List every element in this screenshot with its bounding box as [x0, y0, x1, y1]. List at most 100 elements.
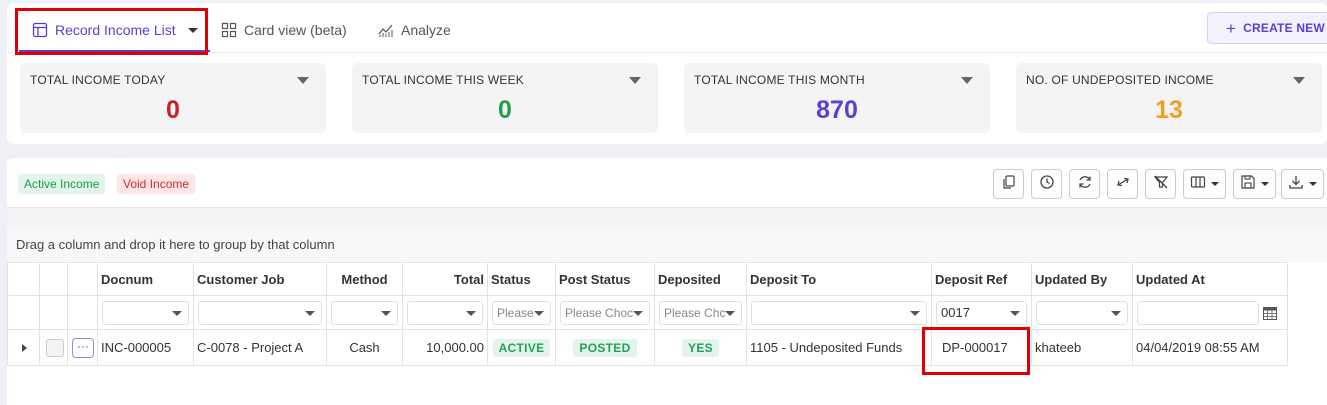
void-income-filter[interactable]: Void Income — [117, 174, 196, 194]
deposit-ref-filter[interactable]: 0017 — [936, 300, 1027, 325]
method-filter[interactable] — [331, 300, 398, 325]
stat-card-month: TOTAL INCOME THIS MONTH 870 — [684, 63, 990, 133]
header-cell — [39, 262, 68, 296]
customer-job-filter[interactable] — [198, 300, 322, 325]
calendar-icon[interactable] — [1263, 306, 1277, 323]
filter-cell: 0017 — [931, 295, 1032, 330]
filter-cell — [402, 295, 488, 330]
filter-row: Please Please Choc Please Chc 0017 — [7, 295, 1288, 330]
table-icon — [32, 22, 48, 38]
income-grid-panel: Active Income Void Income Drag a column … — [7, 158, 1327, 405]
plus-icon: + — [1226, 18, 1237, 38]
grid-icon — [221, 22, 237, 38]
row-menu-cell: ··· — [67, 329, 98, 366]
chevron-down-icon — [466, 310, 476, 316]
column-header-docnum[interactable]: Docnum — [97, 262, 194, 296]
row-expander[interactable] — [7, 329, 40, 366]
cell-customer-job[interactable]: C-0078 - Project A — [193, 329, 327, 366]
column-header-deposited[interactable]: Deposited — [654, 262, 747, 296]
deposited-badge: YES — [682, 338, 719, 357]
refresh-icon — [1077, 174, 1093, 195]
column-header-deposit-ref[interactable]: Deposit Ref — [931, 262, 1032, 296]
column-header-updated-at[interactable]: Updated At — [1132, 262, 1288, 296]
deposit-to-filter[interactable] — [751, 300, 927, 325]
chevron-down-icon[interactable] — [187, 27, 198, 33]
export-button[interactable] — [1281, 169, 1324, 199]
chevron-down-icon[interactable] — [297, 77, 309, 84]
column-header-customer-job[interactable]: Customer Job — [193, 262, 327, 296]
swap-icon — [1115, 174, 1131, 195]
swap-button[interactable] — [1107, 169, 1138, 199]
save-layout-button[interactable] — [1233, 169, 1276, 199]
column-header-post-status[interactable]: Post Status — [555, 262, 655, 296]
columns-button[interactable] — [1183, 169, 1226, 199]
cell-post-status[interactable]: POSTED — [555, 329, 655, 366]
post-status-filter[interactable]: Please Choc — [560, 300, 650, 325]
copy-button[interactable] — [993, 169, 1024, 199]
chevron-down-icon[interactable] — [961, 77, 973, 84]
total-filter[interactable] — [407, 300, 483, 325]
docnum-filter[interactable] — [102, 300, 189, 325]
cell-docnum[interactable]: INC-000005 — [97, 329, 194, 366]
chart-icon — [378, 22, 394, 38]
column-header-method[interactable]: Method — [326, 262, 403, 296]
column-header-deposit-to[interactable]: Deposit To — [746, 262, 932, 296]
tab-analyze[interactable]: Analyze — [378, 13, 451, 47]
copy-icon — [1001, 174, 1017, 195]
tab-card-view[interactable]: Card view (beta) — [221, 13, 347, 47]
updated-by-filter[interactable] — [1036, 300, 1128, 325]
group-panel[interactable]: Drag a column and drop it here to group … — [7, 228, 1327, 262]
filter-cell: Please Choc — [555, 295, 655, 330]
table-row[interactable]: ··· INC-000005 C-0078 - Project A Cash 1… — [7, 329, 1288, 366]
filter-cell — [746, 295, 932, 330]
deposit-ref-filter-value: 0017 — [941, 304, 970, 320]
status-filter[interactable]: Please — [492, 300, 551, 325]
clear-filter-button[interactable] — [1145, 169, 1176, 199]
row-menu-button[interactable]: ··· — [72, 337, 94, 358]
stat-label: TOTAL INCOME THIS MONTH — [694, 73, 865, 87]
tab-record-income-list[interactable]: Record Income List — [19, 13, 210, 52]
cell-deposit-to[interactable]: 1105 - Undeposited Funds — [746, 329, 932, 366]
stat-card-week: TOTAL INCOME THIS WEEK 0 — [352, 63, 658, 133]
create-new-button[interactable]: + CREATE NEW — [1207, 12, 1327, 44]
chevron-down-icon[interactable] — [629, 77, 641, 84]
header-row: Docnum Customer Job Method Total Status … — [7, 262, 1288, 296]
cell-updated-at[interactable]: 04/04/2019 08:55 AM — [1132, 329, 1288, 366]
chevron-down-icon — [1309, 182, 1317, 186]
chevron-down-icon — [1211, 182, 1219, 186]
column-header-updated-by[interactable]: Updated By — [1031, 262, 1133, 296]
columns-icon — [1190, 174, 1206, 195]
history-button[interactable] — [1031, 169, 1062, 199]
stat-value: 13 — [1155, 96, 1183, 124]
cell-total[interactable]: 10,000.00 — [402, 329, 488, 366]
cell-status[interactable]: ACTIVE — [487, 329, 556, 366]
deposited-filter[interactable]: Please Chc — [659, 300, 742, 325]
filter-cell — [97, 295, 194, 330]
tab-label: Analyze — [401, 22, 451, 38]
cell-deposit-ref[interactable]: DP-000017 — [931, 329, 1032, 366]
chevron-down-icon — [1111, 310, 1121, 316]
download-icon — [1288, 174, 1304, 195]
active-income-filter[interactable]: Active Income — [18, 174, 106, 194]
cell-updated-by[interactable]: khateeb — [1031, 329, 1133, 366]
chevron-down-icon[interactable] — [1293, 77, 1305, 84]
row-checkbox[interactable] — [46, 338, 64, 357]
tab-label: Card view (beta) — [244, 22, 347, 38]
chevron-down-icon — [172, 310, 182, 316]
income-table: Docnum Customer Job Method Total Status … — [7, 262, 1288, 366]
updated-at-filter[interactable] — [1137, 300, 1259, 325]
stat-value: 0 — [166, 96, 180, 124]
stat-value: 870 — [816, 96, 858, 124]
post-status-filter-placeholder: Please Choc — [565, 305, 634, 320]
column-header-status[interactable]: Status — [487, 262, 556, 296]
save-icon — [1240, 174, 1256, 195]
chevron-down-icon — [633, 310, 643, 316]
filter-clear-icon — [1153, 174, 1169, 195]
chevron-right-icon — [22, 343, 27, 352]
chevron-down-icon — [381, 310, 391, 316]
cell-deposited[interactable]: YES — [654, 329, 747, 366]
column-header-total[interactable]: Total — [402, 262, 488, 296]
row-select-cell — [39, 329, 68, 366]
cell-method[interactable]: Cash — [326, 329, 403, 366]
refresh-button[interactable] — [1069, 169, 1100, 199]
